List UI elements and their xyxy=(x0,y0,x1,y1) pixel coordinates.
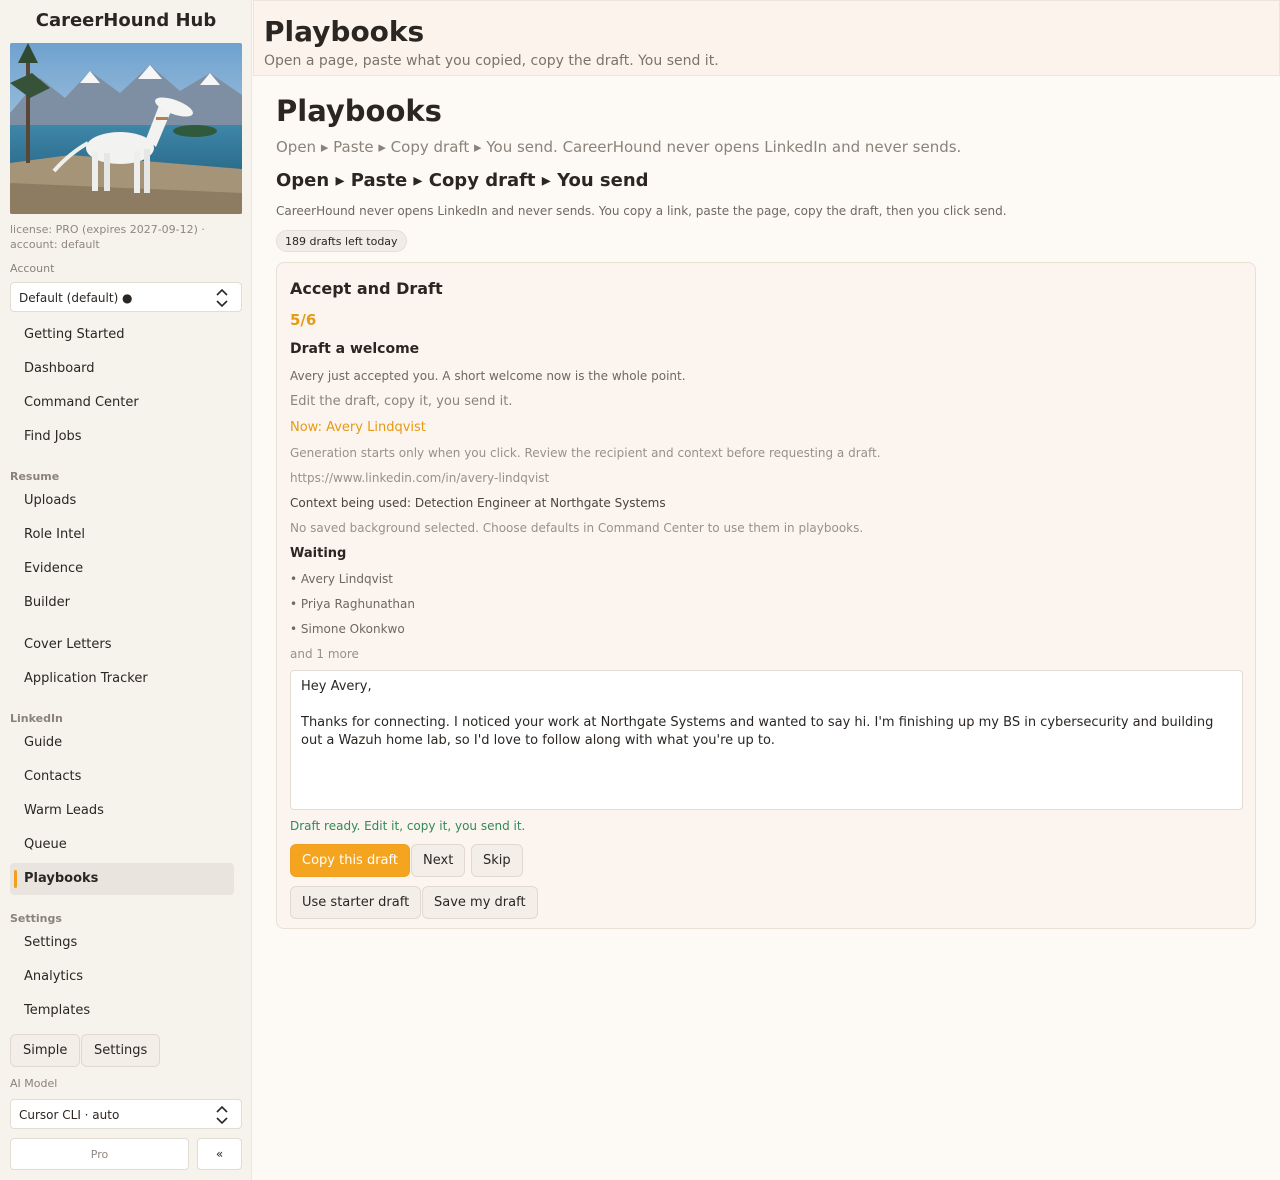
workflow-heading: Open ▸ Paste ▸ Copy draft ▸ You send xyxy=(276,170,649,191)
page-title: Playbooks xyxy=(276,94,442,128)
save-draft-button[interactable]: Save my draft xyxy=(422,886,538,919)
settings-button[interactable]: Settings xyxy=(81,1034,161,1067)
resume-section-label: Resume xyxy=(10,470,60,483)
pro-button[interactable]: Pro xyxy=(10,1138,189,1170)
nav-queue[interactable]: Queue xyxy=(10,829,234,861)
waiting-label: Waiting xyxy=(290,546,347,561)
drafts-left-badge: 189 drafts left today xyxy=(276,230,407,252)
nav-guide[interactable]: Guide xyxy=(10,727,234,759)
use-starter-draft-button[interactable]: Use starter draft xyxy=(290,886,422,919)
nav-getting-started[interactable]: Getting Started xyxy=(10,319,234,351)
waiting-more: and 1 more xyxy=(290,647,359,661)
waiting-list-item: • Priya Raghunathan xyxy=(290,597,415,611)
account-select[interactable]: Default (default) ● xyxy=(10,282,242,312)
license-info: license: PRO (expires 2027-09-12) · acco… xyxy=(10,223,205,251)
sidebar: CareerHound Hub license: PRO (expires 20… xyxy=(0,0,252,1180)
step-counter: 5/6 xyxy=(290,311,317,329)
hero-image-greyhound xyxy=(10,43,242,214)
ai-model-select[interactable]: Cursor CLI · auto xyxy=(10,1099,242,1129)
app-brand: CareerHound Hub xyxy=(35,10,217,31)
workflow-description: CareerHound never opens LinkedIn and nev… xyxy=(276,204,1007,218)
nav-uploads[interactable]: Uploads xyxy=(10,485,234,517)
ai-model-select-value: Cursor CLI · auto xyxy=(19,1108,120,1122)
playbook-card: Accept and Draft 5/6 Draft a welcome Ave… xyxy=(276,262,1256,929)
nav-command-center[interactable]: Command Center xyxy=(10,387,234,419)
nav-settings[interactable]: Settings xyxy=(10,927,234,959)
nav-analytics[interactable]: Analytics xyxy=(10,961,234,993)
linkedin-section-label: LinkedIn xyxy=(10,712,63,725)
step-heading: Draft a welcome xyxy=(290,341,420,357)
context-info: Context being used: Detection Engineer a… xyxy=(290,496,666,510)
collapse-sidebar-button[interactable]: « xyxy=(197,1138,242,1170)
nav-builder[interactable]: Builder xyxy=(10,587,234,619)
draft-status: Draft ready. Edit it, copy it, you send … xyxy=(290,819,526,833)
nav-templates[interactable]: Templates xyxy=(10,995,234,1027)
page-subtitle: Open ▸ Paste ▸ Copy draft ▸ You send. Ca… xyxy=(276,138,962,156)
account-select-value: Default (default) ● xyxy=(19,291,133,305)
step-instruction: Edit the draft, copy it, you send it. xyxy=(290,394,513,409)
skip-button[interactable]: Skip xyxy=(471,844,523,877)
draft-textarea[interactable]: Hey Avery, Thanks for connecting. I noti… xyxy=(290,670,1243,810)
page-header: Playbooks Open a page, paste what you co… xyxy=(253,0,1280,76)
nav-role-intel[interactable]: Role Intel xyxy=(10,519,234,551)
card-title: Accept and Draft xyxy=(290,279,443,298)
waiting-list-item: • Avery Lindqvist xyxy=(290,572,393,586)
copy-draft-button[interactable]: Copy this draft xyxy=(290,844,410,877)
nav-find-jobs[interactable]: Find Jobs xyxy=(10,421,234,453)
simple-mode-button[interactable]: Simple xyxy=(10,1034,81,1067)
next-button[interactable]: Next xyxy=(411,844,466,877)
generation-note: Generation starts only when you click. R… xyxy=(290,446,881,460)
nav-dashboard[interactable]: Dashboard xyxy=(10,353,234,385)
background-note: No saved background selected. Choose def… xyxy=(290,521,864,535)
account-label: Account xyxy=(10,262,55,275)
nav-evidence[interactable]: Evidence xyxy=(10,553,234,585)
settings-section-label: Settings xyxy=(10,912,62,925)
nav-application-tracker[interactable]: Application Tracker xyxy=(10,663,234,695)
step-description: Avery just accepted you. A short welcome… xyxy=(290,369,686,383)
updown-chevron-icon xyxy=(216,1105,228,1125)
nav-contacts[interactable]: Contacts xyxy=(10,761,234,793)
nav-playbooks[interactable]: Playbooks xyxy=(10,863,234,895)
current-contact: Now: Avery Lindqvist xyxy=(290,420,426,435)
nav-cover-letters[interactable]: Cover Letters xyxy=(10,629,234,661)
ai-model-label: AI Model xyxy=(10,1077,58,1090)
updown-chevron-icon xyxy=(216,288,228,308)
header-subtitle: Open a page, paste what you copied, copy… xyxy=(264,53,719,69)
profile-url[interactable]: https://www.linkedin.com/in/avery-lindqv… xyxy=(290,471,549,485)
nav-warm-leads[interactable]: Warm Leads xyxy=(10,795,234,827)
waiting-list-item: • Simone Okonkwo xyxy=(290,622,405,636)
header-title: Playbooks xyxy=(264,15,425,48)
